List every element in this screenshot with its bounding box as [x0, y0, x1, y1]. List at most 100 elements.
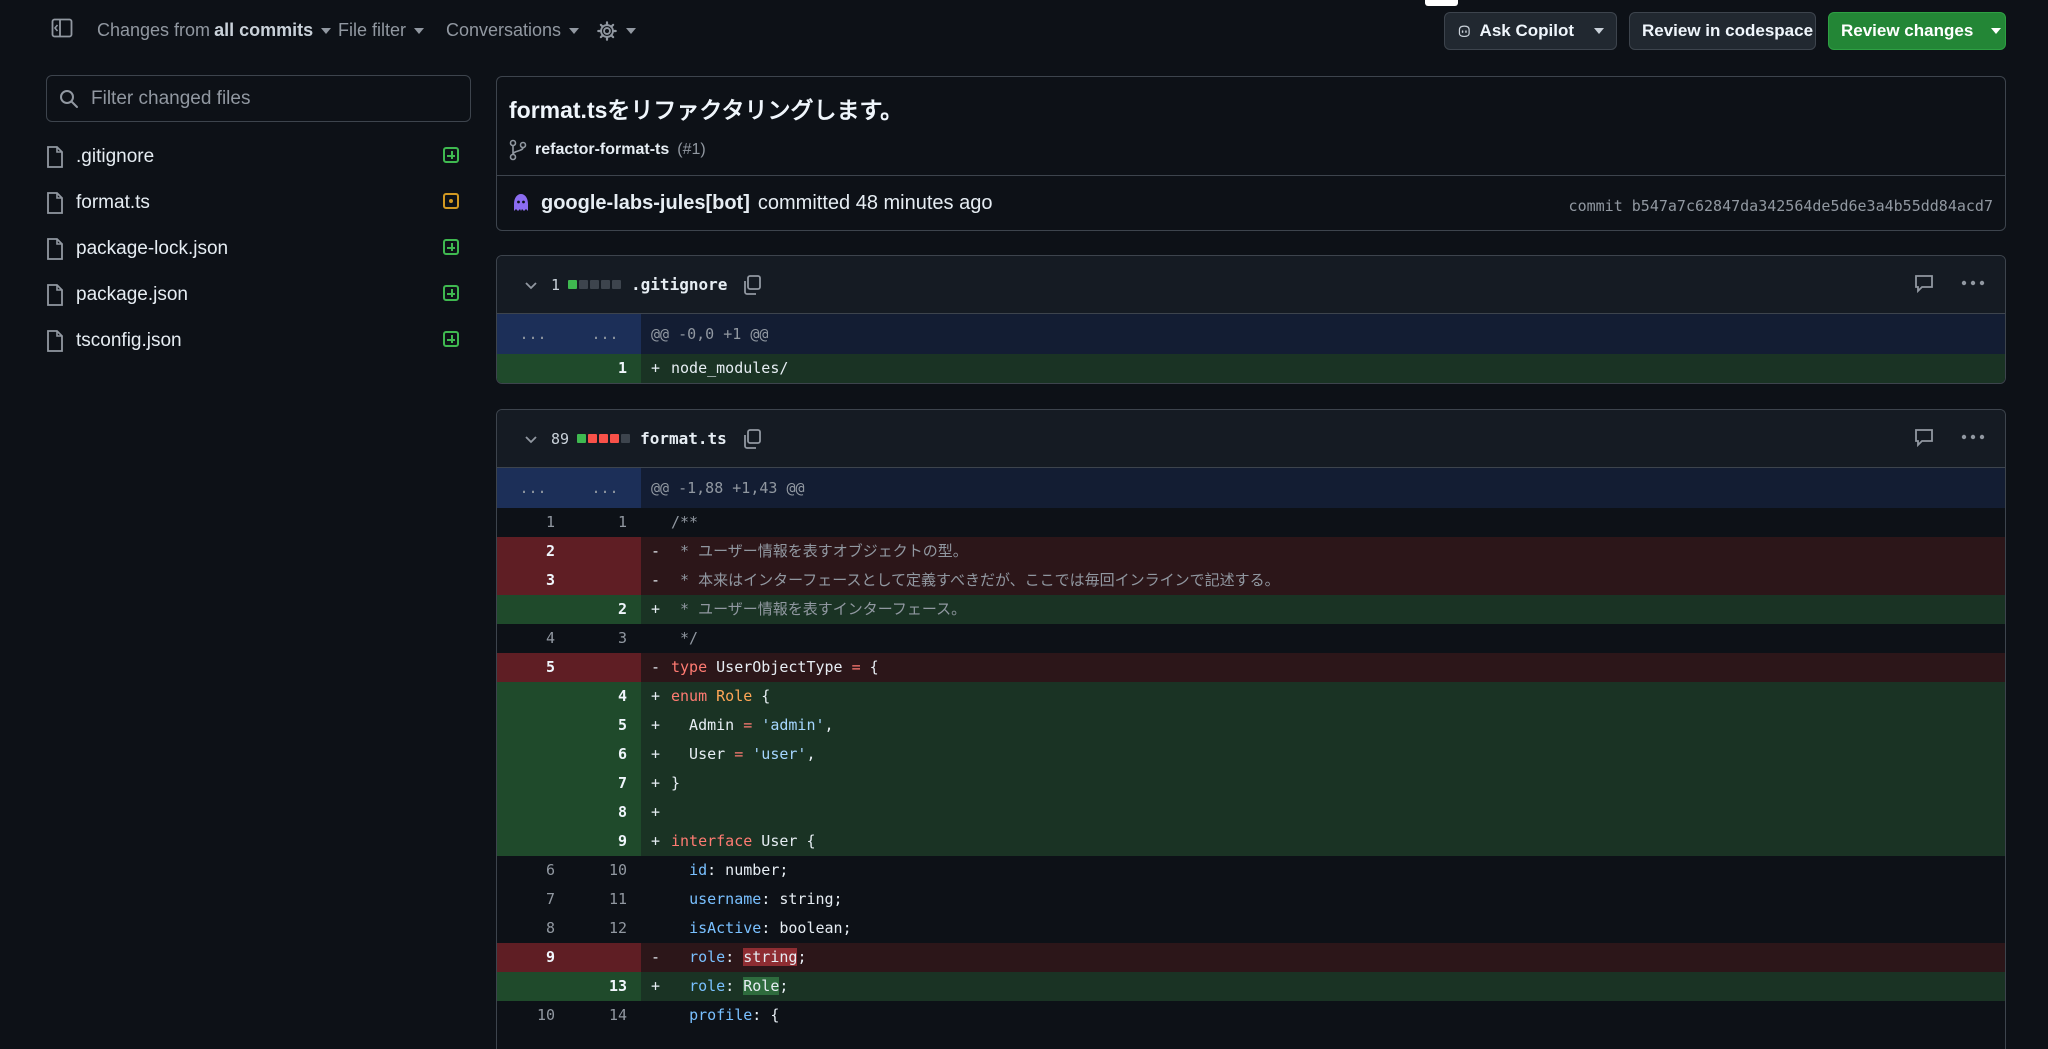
- old-line-number[interactable]: 6: [497, 856, 569, 885]
- diffstat-block: [588, 434, 598, 443]
- diffstat-blocks: [577, 434, 631, 443]
- chevron-down-icon: [626, 28, 636, 34]
- old-line-number[interactable]: 9: [497, 943, 569, 972]
- toggle-sidebar-button[interactable]: [50, 16, 74, 40]
- file-item-gitignore[interactable]: .gitignore: [46, 134, 471, 180]
- line-code: username: string;: [689, 890, 843, 908]
- added-line: 1 + node_modules/: [497, 354, 2005, 383]
- added-line: 5 + Admin = 'admin',: [497, 711, 2005, 740]
- file-name: tsconfig.json: [76, 330, 182, 351]
- changed-files-list: .gitignore format.ts package-lock.json p…: [46, 134, 471, 364]
- hunk-header[interactable]: ... ... @@ -1,88 +1,43 @@: [497, 468, 2005, 508]
- line-code: enum Role {: [671, 687, 771, 705]
- review-codespace-label: Review in codespace: [1642, 21, 1814, 40]
- changes-from-dropdown[interactable]: Changes from all commits: [97, 20, 332, 41]
- chevron-down-icon: [414, 27, 425, 34]
- file-item-format-ts[interactable]: format.ts: [46, 180, 471, 226]
- file-icon: [47, 146, 63, 168]
- review-changes-button[interactable]: Review changes: [1828, 12, 2006, 50]
- old-line-number[interactable]: 8: [497, 914, 569, 943]
- more-options-icon[interactable]: [1961, 433, 1985, 441]
- copy-icon[interactable]: [741, 274, 763, 296]
- old-line-number[interactable]: 3: [497, 566, 569, 595]
- file-name: .gitignore: [76, 146, 155, 167]
- line-code: id: number;: [689, 861, 789, 879]
- hunk-text: @@ -0,0 +1 @@: [641, 314, 2005, 354]
- old-line-number: [497, 827, 569, 856]
- commit-author-link[interactable]: google-labs-jules[bot]: [541, 192, 750, 215]
- new-line-number[interactable]: 8: [569, 798, 641, 827]
- more-options-icon[interactable]: [1961, 279, 1985, 287]
- file-added-icon: [443, 147, 459, 163]
- review-changes-label: Review changes: [1841, 21, 1974, 40]
- branch-info: refactor-format-ts (#1): [509, 139, 706, 161]
- chevron-down-icon[interactable]: [523, 277, 539, 293]
- new-line-number[interactable]: 13: [569, 972, 641, 1001]
- diffstat-blocks: [568, 280, 622, 289]
- new-line-number[interactable]: 14: [569, 1001, 641, 1030]
- line-code: type UserObjectType = {: [671, 658, 879, 676]
- copy-icon[interactable]: [741, 428, 763, 450]
- file-filter-dropdown[interactable]: File filter: [338, 20, 425, 41]
- new-line-number[interactable]: 1: [569, 508, 641, 537]
- ask-copilot-button[interactable]: Ask Copilot: [1444, 12, 1617, 50]
- hunk-header[interactable]: ... ... @@ -0,0 +1 @@: [497, 314, 2005, 354]
- context-line: 8 12 isActive: boolean;: [497, 914, 2005, 943]
- diff-file-name[interactable]: .gitignore: [631, 275, 727, 294]
- commit-title: format.tsをリファクタリングします。: [509, 97, 904, 123]
- new-line-number: [569, 943, 641, 972]
- chevron-down-icon[interactable]: [523, 431, 539, 447]
- line-code: }: [671, 774, 681, 792]
- old-line-number[interactable]: 10: [497, 1001, 569, 1030]
- old-line-number[interactable]: 7: [497, 885, 569, 914]
- old-line-number[interactable]: 1: [497, 508, 569, 537]
- deleted-line: 9 - role: string;: [497, 943, 2005, 972]
- old-line-number[interactable]: 4: [497, 624, 569, 653]
- pr-link[interactable]: (#1): [677, 141, 705, 159]
- line-code: interface User {: [671, 832, 816, 850]
- line-code: * ユーザー情報を表すインターフェース。: [671, 600, 967, 618]
- line-code: /**: [671, 513, 699, 531]
- deleted-line: 2 - * ユーザー情報を表すオブジェクトの型。: [497, 537, 2005, 566]
- comment-icon[interactable]: [1913, 272, 1935, 294]
- old-line-number[interactable]: 5: [497, 653, 569, 682]
- old-line-number: [497, 740, 569, 769]
- context-line: 4 3 */: [497, 624, 2005, 653]
- new-line-number[interactable]: 7: [569, 769, 641, 798]
- review-in-codespace-button[interactable]: Review in codespace: [1629, 12, 1816, 50]
- new-line-number[interactable]: 5: [569, 711, 641, 740]
- new-line-number[interactable]: 4: [569, 682, 641, 711]
- new-line-number[interactable]: 2: [569, 595, 641, 624]
- old-line-number[interactable]: 2: [497, 537, 569, 566]
- file-filter-box: [46, 75, 471, 122]
- new-line-number[interactable]: 10: [569, 856, 641, 885]
- diffstat-block: [612, 280, 622, 289]
- branch-link[interactable]: refactor-format-ts: [535, 141, 669, 159]
- file-item-package-json[interactable]: package.json: [46, 272, 471, 318]
- new-line-number[interactable]: 9: [569, 827, 641, 856]
- commit-author-row: google-labs-jules[bot] committed 48 minu…: [509, 191, 992, 215]
- old-line-number: [497, 682, 569, 711]
- new-line-number[interactable]: 3: [569, 624, 641, 653]
- new-line-number[interactable]: 11: [569, 885, 641, 914]
- new-line-number[interactable]: 6: [569, 740, 641, 769]
- toolbar: Changes from all commits File filter Con…: [0, 0, 2048, 66]
- file-item-tsconfig-json[interactable]: tsconfig.json: [46, 318, 471, 364]
- comment-icon[interactable]: [1913, 426, 1935, 448]
- new-line-number[interactable]: 1: [569, 354, 641, 383]
- diff-file-name[interactable]: format.ts: [640, 429, 727, 448]
- file-filter-label: File filter: [338, 20, 407, 40]
- gear-icon: [597, 21, 617, 41]
- file-name: format.ts: [76, 192, 150, 213]
- diffstat-block: [601, 280, 611, 289]
- diff-file-gitignore: 1 .gitignore ... ... @@ -0,0 +1 @@ 1 + no…: [496, 255, 2006, 384]
- old-line-number: ...: [497, 468, 569, 508]
- file-item-package-lock-json[interactable]: package-lock.json: [46, 226, 471, 272]
- filter-changed-files-input[interactable]: [89, 86, 453, 111]
- new-line-number[interactable]: 12: [569, 914, 641, 943]
- branch-icon: [509, 139, 527, 161]
- added-line: 4 + enum Role {: [497, 682, 2005, 711]
- diffstat-block: [599, 434, 609, 443]
- settings-dropdown[interactable]: [596, 20, 636, 42]
- conversations-dropdown[interactable]: Conversations: [446, 20, 580, 41]
